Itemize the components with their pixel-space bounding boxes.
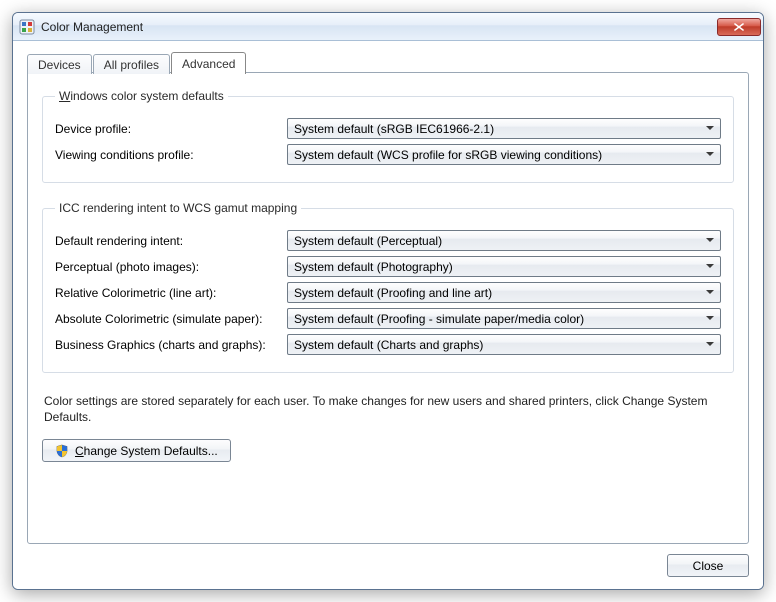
combo-relative-colorimetric[interactable]: System default (Proofing and line art)	[287, 282, 721, 303]
window-close-button[interactable]	[717, 18, 761, 36]
tab-label: Devices	[38, 58, 81, 72]
combo-perceptual[interactable]: System default (Photography)	[287, 256, 721, 277]
close-button[interactable]: Close	[667, 554, 749, 577]
combo-value: System default (Proofing - simulate pape…	[294, 312, 702, 326]
tab-page-advanced: Windows color system defaults Device pro…	[27, 72, 749, 544]
button-label: Close	[693, 559, 724, 573]
group-legend: Windows color system defaults	[55, 89, 228, 103]
app-icon	[19, 19, 35, 35]
label-relative-colorimetric: Relative Colorimetric (line art):	[55, 286, 287, 300]
chevron-down-icon	[702, 231, 718, 250]
button-label: Change System Defaults...	[75, 444, 218, 458]
combo-value: System default (Perceptual)	[294, 234, 702, 248]
row-perceptual: Perceptual (photo images): System defaul…	[55, 256, 721, 277]
combo-device-profile[interactable]: System default (sRGB IEC61966-2.1)	[287, 118, 721, 139]
combo-value: System default (sRGB IEC61966-2.1)	[294, 122, 702, 136]
row-business-graphics: Business Graphics (charts and graphs): S…	[55, 334, 721, 355]
combo-value: System default (WCS profile for sRGB vie…	[294, 148, 702, 162]
label-perceptual: Perceptual (photo images):	[55, 260, 287, 274]
chevron-down-icon	[702, 145, 718, 164]
chevron-down-icon	[702, 335, 718, 354]
row-device-profile: Device profile: System default (sRGB IEC…	[55, 118, 721, 139]
chevron-down-icon	[702, 283, 718, 302]
uac-shield-icon	[55, 444, 69, 458]
combo-value: System default (Charts and graphs)	[294, 338, 702, 352]
chevron-down-icon	[702, 257, 718, 276]
tab-devices[interactable]: Devices	[27, 54, 92, 74]
combo-value: System default (Proofing and line art)	[294, 286, 702, 300]
window-title: Color Management	[41, 20, 717, 34]
group-legend: ICC rendering intent to WCS gamut mappin…	[55, 201, 301, 215]
dialog-footer: Close	[27, 544, 749, 577]
tab-label: All profiles	[104, 58, 159, 72]
combo-value: System default (Photography)	[294, 260, 702, 274]
chevron-down-icon	[702, 119, 718, 138]
change-system-defaults-button[interactable]: Change System Defaults...	[42, 439, 231, 462]
actions-row: Change System Defaults...	[42, 439, 734, 462]
label-device-profile: Device profile:	[55, 122, 287, 136]
tab-label: Advanced	[182, 57, 235, 71]
row-default-intent: Default rendering intent: System default…	[55, 230, 721, 251]
client-area: Devices All profiles Advanced Windows co…	[13, 41, 763, 589]
label-default-intent: Default rendering intent:	[55, 234, 287, 248]
color-management-window: Color Management Devices All profiles Ad…	[12, 12, 764, 590]
group-icc-to-wcs: ICC rendering intent to WCS gamut mappin…	[42, 201, 734, 373]
combo-viewing-conditions[interactable]: System default (WCS profile for sRGB vie…	[287, 144, 721, 165]
row-relative-colorimetric: Relative Colorimetric (line art): System…	[55, 282, 721, 303]
combo-business-graphics[interactable]: System default (Charts and graphs)	[287, 334, 721, 355]
label-absolute-colorimetric: Absolute Colorimetric (simulate paper):	[55, 312, 287, 326]
row-viewing-conditions: Viewing conditions profile: System defau…	[55, 144, 721, 165]
row-absolute-colorimetric: Absolute Colorimetric (simulate paper): …	[55, 308, 721, 329]
group-windows-color-defaults: Windows color system defaults Device pro…	[42, 89, 734, 183]
close-icon	[734, 23, 744, 31]
label-viewing-conditions: Viewing conditions profile:	[55, 148, 287, 162]
titlebar: Color Management	[13, 13, 763, 41]
tabstrip: Devices All profiles Advanced	[27, 51, 749, 73]
tab-all-profiles[interactable]: All profiles	[93, 54, 170, 74]
combo-absolute-colorimetric[interactable]: System default (Proofing - simulate pape…	[287, 308, 721, 329]
legend-rest: indows color system defaults	[70, 89, 223, 103]
label-business-graphics: Business Graphics (charts and graphs):	[55, 338, 287, 352]
tab-advanced[interactable]: Advanced	[171, 52, 246, 74]
note-text: Color settings are stored separately for…	[44, 393, 732, 425]
combo-default-intent[interactable]: System default (Perceptual)	[287, 230, 721, 251]
chevron-down-icon	[702, 309, 718, 328]
